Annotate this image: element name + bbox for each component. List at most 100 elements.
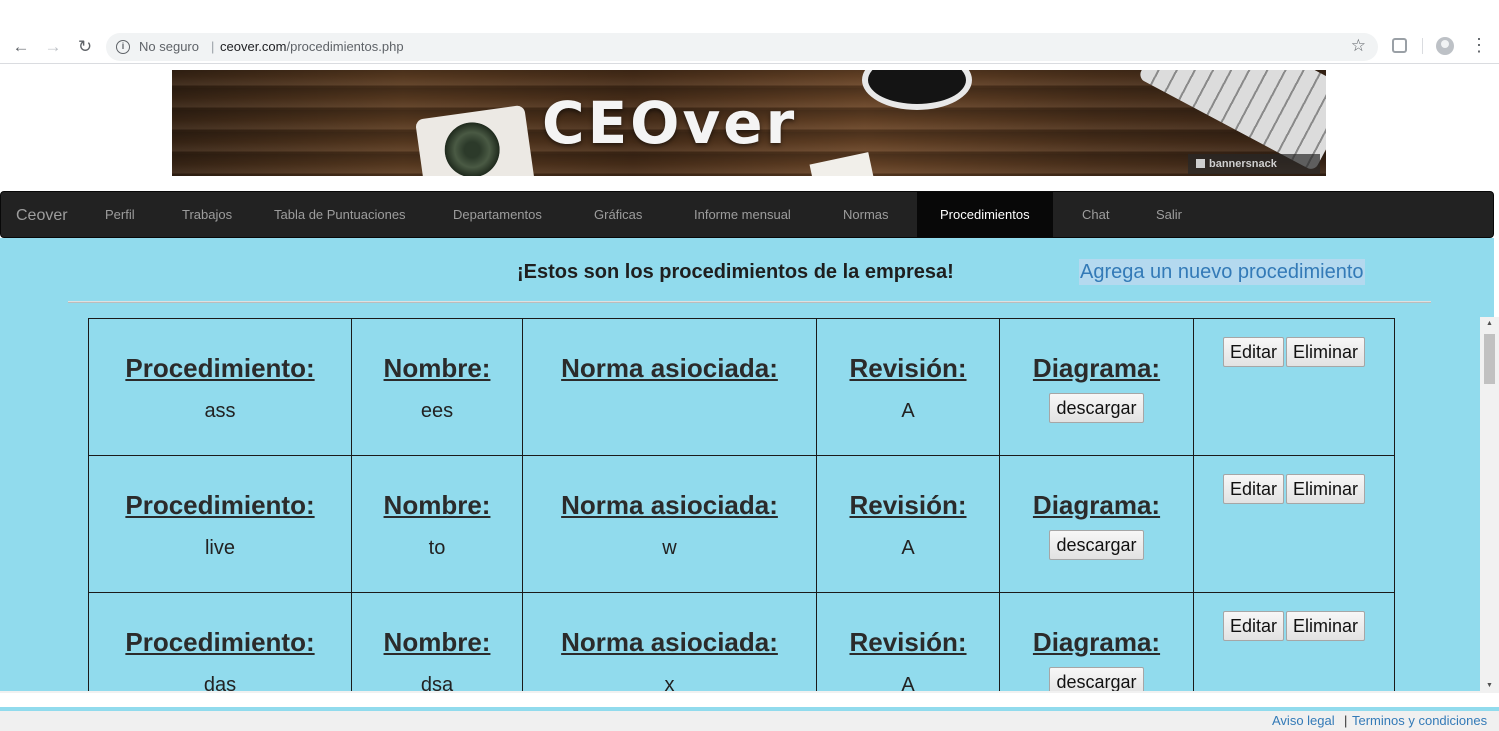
scroll-down-icon[interactable]: ▼ [1480, 679, 1499, 693]
browser-toolbar: ← → ↻ i No seguro | ceover.com/procedimi… [0, 0, 1499, 64]
extension-icon[interactable] [1392, 38, 1407, 53]
security-label: No seguro [139, 39, 199, 54]
procedimiento-cell: Procedimiento: live [88, 455, 352, 593]
navbar-brand[interactable]: Ceover [16, 192, 68, 239]
scroll-left-icon[interactable]: ◀ [0, 691, 14, 693]
url-path: /procedimientos.php [286, 39, 404, 54]
actions-cell: Editar Eliminar [1193, 592, 1395, 693]
procedimiento-cell: Procedimiento: ass [88, 318, 352, 456]
norma-label: Norma asiociada: [561, 353, 778, 383]
footer-separator: | [1344, 713, 1348, 728]
norma-value: x [664, 674, 675, 693]
nombre-value: ees [420, 400, 454, 422]
scroll-right-icon[interactable]: ▶ [1466, 691, 1480, 693]
procedimiento-label: Procedimiento: [125, 353, 315, 383]
editar-button[interactable]: Editar [1222, 337, 1284, 367]
table-row: Procedimiento: ass Nombre: ees Norma asioc… [88, 318, 1395, 456]
reload-icon[interactable]: ↻ [74, 36, 96, 58]
nav-item-trabajos[interactable]: Trabajos [182, 192, 232, 238]
banner-paper-image [809, 152, 875, 176]
banner-logo: CEOver [542, 89, 798, 157]
page-viewport: CEOver bannersnack Ceover Perfil Trabajo… [0, 65, 1499, 693]
nombre-value: to [428, 537, 446, 559]
forward-icon[interactable]: → [42, 36, 64, 58]
terminos-link[interactable]: Terminos y condiciones [1352, 713, 1487, 728]
procedimiento-value: live [204, 537, 235, 559]
norma-value: w [662, 537, 677, 559]
vertical-scroll-thumb[interactable] [1484, 334, 1495, 384]
bannersnack-icon [1196, 159, 1205, 168]
url-separator: | [211, 39, 215, 54]
nav-item-normas[interactable]: Normas [843, 192, 889, 238]
main-navbar: Ceover Perfil Trabajos Tabla de Puntuaci… [0, 191, 1494, 238]
nombre-value: dsa [420, 674, 454, 693]
procedures-table: Procedimiento: ass Nombre: ees Norma asioc… [88, 318, 1395, 693]
revision-label: Revisión: [849, 490, 967, 520]
descargar-button[interactable]: descargar [1049, 393, 1144, 423]
eliminar-button[interactable]: Eliminar [1286, 337, 1366, 367]
footer: Aviso legal | Terminos y condiciones [0, 711, 1499, 731]
profile-icon[interactable] [1436, 37, 1454, 55]
procedimiento-label: Procedimiento: [125, 627, 315, 657]
url-domain: ceover.com [220, 39, 287, 54]
nav-item-departamentos[interactable]: Departamentos [453, 192, 542, 238]
address-bar[interactable]: i No seguro | ceover.com/procedimientos.… [106, 33, 1378, 61]
main-content: ¡Estos son los procedimientos de la empr… [0, 238, 1494, 693]
actions-cell: Editar Eliminar [1193, 318, 1395, 456]
diagrama-label: Diagrama: [1032, 353, 1161, 383]
procedimiento-cell: Procedimiento: das [88, 592, 352, 693]
nav-item-perfil[interactable]: Perfil [105, 192, 135, 238]
actions-cell: Editar Eliminar [1193, 455, 1395, 593]
eliminar-button[interactable]: Eliminar [1286, 611, 1366, 641]
nav-item-procedimientos[interactable]: Procedimientos [917, 192, 1053, 238]
nav-item-tabla-puntuaciones[interactable]: Tabla de Puntuaciones [274, 192, 406, 238]
norma-cell: Norma asiociada: [522, 318, 817, 456]
horizontal-scrollbar[interactable]: ◀ ▶ [0, 691, 1480, 693]
procedimiento-value: ass [204, 400, 236, 422]
descargar-button[interactable]: descargar [1049, 530, 1144, 560]
aviso-legal-link[interactable]: Aviso legal [1272, 713, 1335, 728]
nav-item-graficas[interactable]: Gráficas [594, 192, 642, 238]
menu-icon[interactable]: ⋮ [1470, 36, 1488, 54]
nav-item-salir[interactable]: Salir [1156, 192, 1182, 238]
nombre-cell: Nombre: to [351, 455, 523, 593]
add-procedure-link[interactable]: Agrega un nuevo procedimiento [1079, 259, 1365, 285]
banner: CEOver bannersnack [172, 70, 1326, 176]
nav-item-chat[interactable]: Chat [1082, 192, 1109, 238]
diagrama-cell: Diagrama: descargar [999, 592, 1194, 693]
scroll-up-icon[interactable]: ▲ [1480, 317, 1499, 331]
nombre-label: Nombre: [383, 627, 491, 657]
norma-label: Norma asiociada: [561, 490, 778, 520]
info-icon[interactable]: i [116, 40, 130, 54]
bannersnack-label: bannersnack [1209, 158, 1277, 170]
editar-button[interactable]: Editar [1222, 611, 1284, 641]
nav-item-informe-mensual[interactable]: Informe mensual [694, 192, 791, 238]
diagrama-label: Diagrama: [1032, 627, 1161, 657]
url-text[interactable]: ceover.com/procedimientos.php [220, 39, 404, 54]
nombre-cell: Nombre: dsa [351, 592, 523, 693]
back-icon[interactable]: ← [10, 36, 32, 58]
editar-button[interactable]: Editar [1222, 474, 1284, 504]
page-title: ¡Estos son los procedimientos de la empr… [517, 261, 954, 283]
norma-label: Norma asiociada: [561, 627, 778, 657]
revision-cell: Revisión: A [816, 592, 1000, 693]
star-icon[interactable]: ☆ [1351, 36, 1366, 56]
toolbar-divider [1422, 38, 1423, 54]
title-divider [68, 301, 1431, 303]
revision-value: A [901, 674, 915, 693]
descargar-button[interactable]: descargar [1049, 667, 1144, 693]
table-row: Procedimiento: live Nombre: to Norma asioc… [88, 455, 1395, 593]
eliminar-button[interactable]: Eliminar [1286, 474, 1366, 504]
vertical-scrollbar[interactable]: ▲ ▼ [1480, 317, 1499, 693]
table-row: Procedimiento: das Nombre: dsa Norma asioc… [88, 592, 1395, 693]
revision-label: Revisión: [849, 353, 967, 383]
revision-value: A [901, 400, 915, 422]
bannersnack-badge[interactable]: bannersnack [1188, 154, 1320, 174]
norma-cell: Norma asiociada: x [522, 592, 817, 693]
nombre-label: Nombre: [383, 490, 491, 520]
revision-cell: Revisión: A [816, 455, 1000, 593]
diagrama-cell: Diagrama: descargar [999, 455, 1194, 593]
banner-cup-image [862, 70, 972, 110]
diagrama-cell: Diagrama: descargar [999, 318, 1194, 456]
nombre-cell: Nombre: ees [351, 318, 523, 456]
